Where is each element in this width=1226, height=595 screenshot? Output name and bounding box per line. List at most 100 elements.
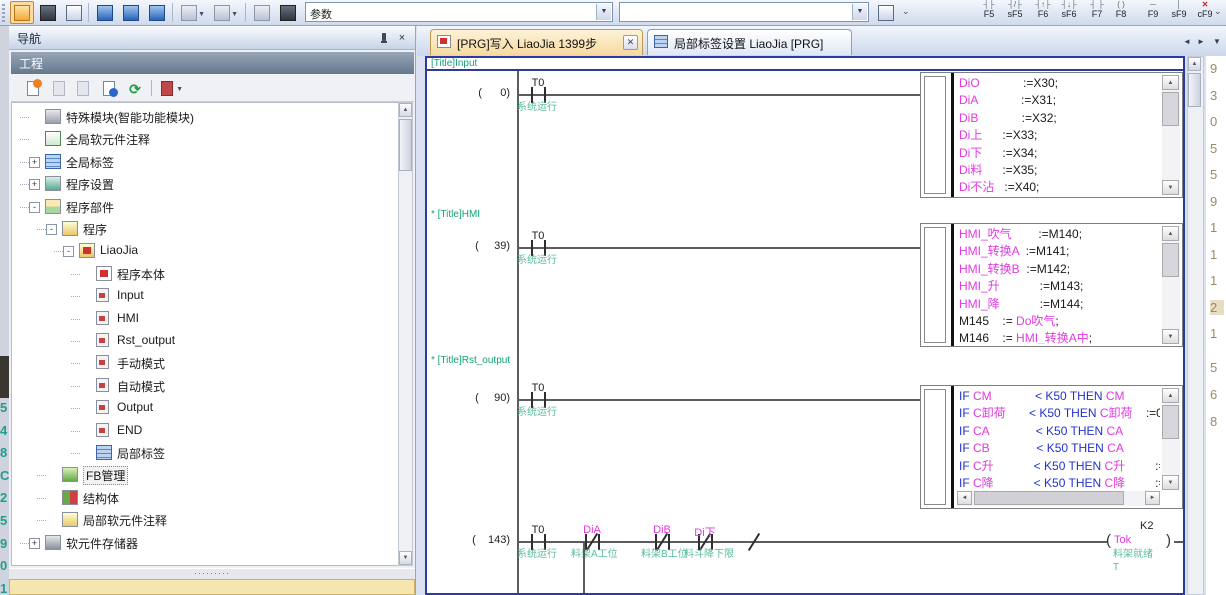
contact-bar[interactable]: [544, 87, 546, 103]
find-device-button[interactable]: ▼: [210, 1, 240, 24]
scroll-up-icon[interactable]: ▲: [1162, 226, 1179, 241]
scrollbar-thumb[interactable]: [1162, 405, 1179, 439]
st-code[interactable]: IF CM < K50 THEN CM :=0; END_IF;IF C卸荷 <…: [959, 388, 1160, 490]
close-icon[interactable]: ×: [394, 30, 410, 46]
combo-dropdown-icon[interactable]: ▼: [596, 4, 611, 20]
tree-item-node[interactable]: -程序: [12, 218, 398, 240]
help-button[interactable]: [250, 1, 274, 24]
fkey-button-F9[interactable]: ─F9: [1140, 0, 1166, 25]
contact-bar[interactable]: [531, 534, 533, 550]
scrollbar-thumb[interactable]: [1162, 243, 1179, 277]
tree-item-FB[interactable]: FB管理: [12, 464, 398, 486]
scrollbar-thumb[interactable]: [974, 491, 1124, 505]
editor-scrollbar[interactable]: ▲: [1187, 56, 1204, 595]
scroll-down-icon[interactable]: ▼: [399, 551, 412, 565]
toolbar-overflow-icon[interactable]: ⌄: [1214, 6, 1222, 17]
coil-open-paren[interactable]: (: [1106, 532, 1111, 549]
tree-item-Input[interactable]: Input: [12, 285, 398, 307]
collapsed-panel-bar[interactable]: [9, 579, 415, 595]
tree-item-node[interactable]: 特殊模块(智能功能模块): [12, 106, 398, 128]
contact-bar[interactable]: [531, 240, 533, 256]
contact-bar[interactable]: [544, 240, 546, 256]
tree-item-node[interactable]: 自动模式: [12, 375, 398, 397]
fkey-button-F5[interactable]: ┤├F5: [976, 0, 1002, 25]
tree-item-node[interactable]: 局部标签: [12, 442, 398, 464]
paste-button[interactable]: [73, 78, 93, 98]
fkey-button-F6[interactable]: ┤↑├F6: [1030, 0, 1056, 25]
st-block-hscrollbar[interactable]: ◄►: [957, 491, 1160, 506]
tab-close-icon[interactable]: ✕: [623, 35, 638, 50]
toolbar-overflow-icon[interactable]: ⌄: [902, 6, 910, 17]
tab-menu-icon[interactable]: ▼: [1210, 34, 1224, 49]
monitor-write-button[interactable]: [93, 1, 117, 24]
scroll-up-icon[interactable]: ▲: [1162, 388, 1179, 403]
tree-item-node[interactable]: 程序本体: [12, 263, 398, 285]
monitor-read-button[interactable]: [119, 1, 143, 24]
fkey-button-sF5[interactable]: ┤/├sF5: [1002, 0, 1028, 25]
scroll-left-icon[interactable]: ◄: [957, 491, 972, 505]
scrollbar-thumb[interactable]: [1162, 92, 1179, 126]
toolbar-grip[interactable]: [2, 4, 5, 22]
copy-button[interactable]: [49, 78, 69, 98]
tree-item-node[interactable]: 结构体: [12, 487, 398, 509]
tab-scroll-left-icon[interactable]: ◄: [1180, 34, 1194, 49]
new-item-button[interactable]: [23, 78, 43, 98]
module-config-button[interactable]: [36, 1, 60, 24]
tree-scrollbar[interactable]: ▲ ▼: [398, 102, 413, 566]
scroll-up-icon[interactable]: ▲: [1188, 57, 1201, 71]
fkey-button-F7[interactable]: ┤ ├F7: [1084, 0, 1110, 25]
tree-expand-box[interactable]: +: [29, 179, 40, 190]
search-button[interactable]: [276, 1, 300, 24]
scrollbar-thumb[interactable]: [399, 119, 412, 171]
tree-item-HMI[interactable]: HMI: [12, 308, 398, 330]
watch-button[interactable]: ▼: [177, 1, 207, 24]
tree-expand-box[interactable]: -: [46, 224, 57, 235]
fkey-button-F8[interactable]: ( )F8: [1108, 0, 1134, 25]
refresh-button[interactable]: ⟳: [125, 78, 145, 98]
parameter-combobox[interactable]: 参数 ▼: [305, 2, 613, 22]
tree-item-Rst_output[interactable]: Rst_output: [12, 330, 398, 352]
device-combobox[interactable]: ▼: [619, 2, 869, 22]
document-button[interactable]: [62, 1, 86, 24]
pin-icon[interactable]: [375, 30, 391, 46]
monitor-compare-button[interactable]: [145, 1, 169, 24]
tree-item-LiaoJia[interactable]: -LiaoJia: [12, 240, 398, 262]
tree-item-node[interactable]: 局部软元件注释: [12, 509, 398, 531]
coil-close-paren[interactable]: ): [1166, 532, 1171, 549]
contact-bar[interactable]: [544, 534, 546, 550]
tree-expand-box[interactable]: -: [29, 202, 40, 213]
st-block-scrollbar[interactable]: ▲▼: [1162, 388, 1180, 490]
st-block[interactable]: HMI_吹气 :=M140;HMI_转换A :=M141;HMI_转换B :=M…: [920, 223, 1183, 347]
contact-bar[interactable]: [668, 534, 670, 550]
contact-bar[interactable]: [544, 392, 546, 408]
ladder-editor[interactable]: [Title]Input * [Title]HMI * [Title]Rst_o…: [425, 56, 1185, 595]
tree-item-node[interactable]: 手动模式: [12, 352, 398, 374]
scroll-down-icon[interactable]: ▼: [1162, 180, 1179, 195]
scroll-down-icon[interactable]: ▼: [1162, 475, 1179, 490]
tab-local-label-liaojia[interactable]: 局部标签设置 LiaoJia [PRG]: [647, 29, 852, 55]
st-block-scrollbar[interactable]: ▲▼: [1162, 226, 1180, 344]
st-block[interactable]: DiO :=X30;DiA :=X31;DiB :=X32;Di上 :=X33;…: [920, 72, 1183, 198]
st-code[interactable]: DiO :=X30;DiA :=X31;DiB :=X32;Di上 :=X33;…: [959, 75, 1160, 195]
property-button[interactable]: [99, 78, 119, 98]
contact-bar[interactable]: [531, 392, 533, 408]
fkey-button-sF6[interactable]: ┤↓├sF6: [1056, 0, 1082, 25]
tab-program-liaojia[interactable]: [PRG]写入 LiaoJia 1399步 ✕: [430, 29, 643, 55]
tree-expand-box[interactable]: +: [29, 538, 40, 549]
tree-item-node[interactable]: 全局软元件注释: [12, 128, 398, 150]
panel-splitter[interactable]: ·········: [9, 568, 415, 579]
contact-bar[interactable]: [531, 87, 533, 103]
new-window-button[interactable]: [874, 1, 898, 24]
tree-item-node[interactable]: +程序设置: [12, 173, 398, 195]
tab-scroll-right-icon[interactable]: ►: [1194, 34, 1208, 49]
fkey-button-sF9[interactable]: │sF9: [1166, 0, 1192, 25]
st-block-scrollbar[interactable]: ▲▼: [1162, 75, 1180, 195]
st-block[interactable]: IF CM < K50 THEN CM :=0; END_IF;IF C卸荷 <…: [920, 385, 1183, 509]
tree-item-node[interactable]: +软元件存储器: [12, 532, 398, 554]
scroll-right-icon[interactable]: ►: [1145, 491, 1160, 505]
tree-item-Output[interactable]: Output: [12, 397, 398, 419]
scroll-up-icon[interactable]: ▲: [399, 103, 412, 117]
tree-expand-box[interactable]: +: [29, 157, 40, 168]
scroll-up-icon[interactable]: ▲: [1162, 75, 1179, 90]
sort-button[interactable]: ▼: [157, 78, 185, 98]
